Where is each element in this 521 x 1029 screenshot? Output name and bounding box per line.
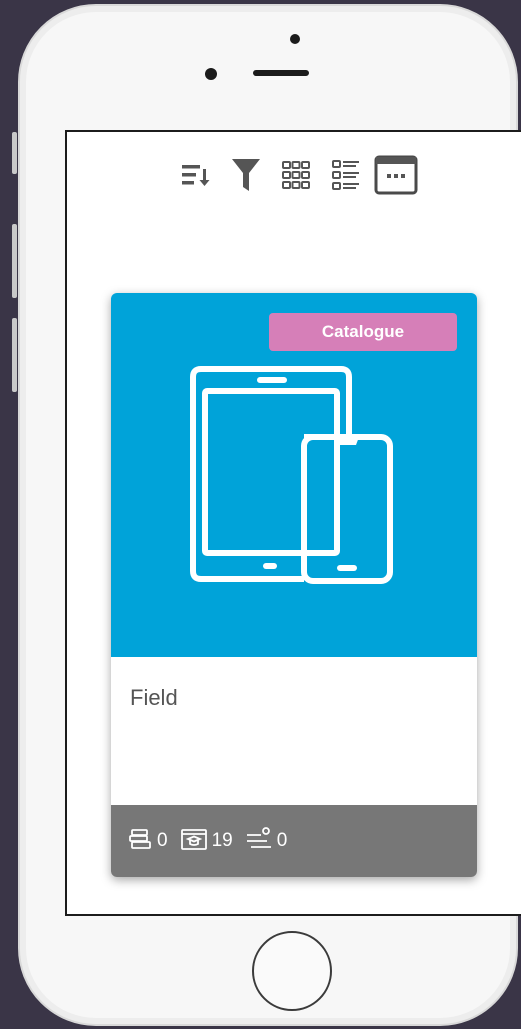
training-stat: 19 <box>180 827 233 855</box>
filter-icon <box>231 157 261 197</box>
card-media: Catalogue <box>111 293 477 657</box>
phone-frame: Catalogue Field 0 19 0 <box>18 4 521 1026</box>
screen: Catalogue Field 0 19 0 <box>65 130 521 916</box>
grid-view-button[interactable] <box>271 154 321 200</box>
volume-up-button <box>12 224 17 298</box>
courses-icon <box>129 828 153 854</box>
list-view-button[interactable] <box>321 154 371 200</box>
courses-stat: 0 <box>129 828 168 854</box>
grid-view-icon <box>281 160 311 194</box>
learning-path-stat: 0 <box>245 826 288 856</box>
learning-path-icon <box>245 826 273 856</box>
volume-down-button <box>12 318 17 392</box>
card-footer: 0 19 0 <box>111 805 477 877</box>
view-toolbar <box>171 154 421 200</box>
courses-count: 0 <box>157 830 168 851</box>
learning-path-count: 0 <box>276 830 288 851</box>
sort-icon <box>180 161 212 193</box>
mute-switch <box>12 132 17 174</box>
training-count: 19 <box>211 830 233 851</box>
calendar-view-icon <box>374 155 418 199</box>
content-card[interactable]: Catalogue Field 0 19 0 <box>111 293 477 877</box>
tablet-phone-icon <box>189 365 399 591</box>
catalogue-badge: Catalogue <box>269 313 457 351</box>
training-icon <box>180 827 208 855</box>
sort-button[interactable] <box>171 154 221 200</box>
home-button[interactable] <box>252 931 332 1011</box>
list-view-icon <box>331 159 361 195</box>
calendar-view-button[interactable] <box>371 154 421 200</box>
front-camera <box>205 68 217 80</box>
card-title: Field <box>130 685 178 710</box>
front-sensor <box>290 34 300 44</box>
filter-button[interactable] <box>221 154 271 200</box>
earpiece-speaker <box>253 70 309 76</box>
